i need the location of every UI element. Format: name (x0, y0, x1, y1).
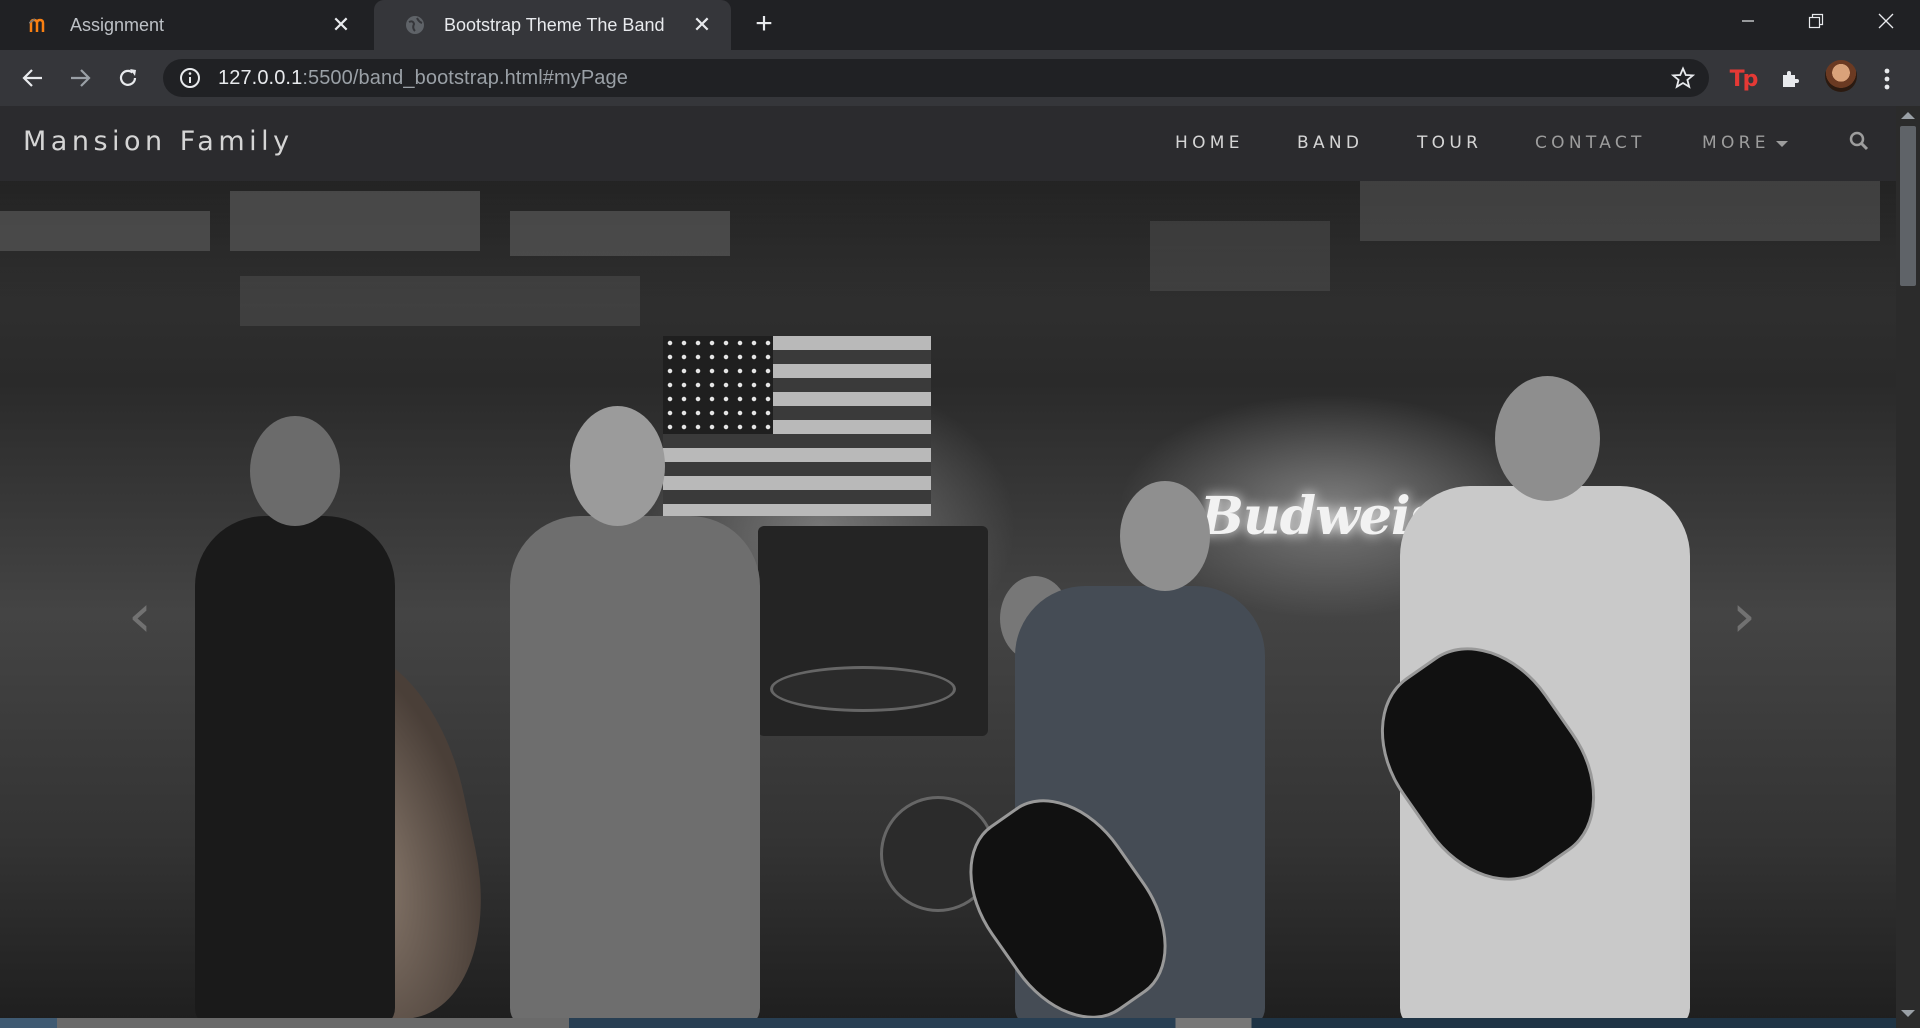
scroll-down-icon[interactable] (1901, 1010, 1915, 1017)
restore-button[interactable] (1786, 0, 1846, 42)
profile-avatar[interactable] (1825, 60, 1857, 92)
page-scrollbar[interactable] (1896, 106, 1920, 1028)
site-navbar: Mansion Family HOME BAND TOUR CONTACT MO… (0, 106, 1896, 181)
moodle-favicon-icon (28, 12, 54, 38)
carousel-next-button[interactable]: › (1732, 586, 1756, 646)
nav-tour[interactable]: TOUR (1417, 133, 1482, 153)
reload-icon (119, 69, 137, 86)
guitarist-head (1120, 481, 1210, 591)
nav-band[interactable]: BAND (1297, 133, 1363, 153)
bookmark-star-icon[interactable] (1671, 66, 1695, 90)
scroll-thumb[interactable] (1900, 126, 1916, 286)
info-icon[interactable] (178, 66, 202, 90)
page-viewport: Budweiser Mansion Family HOME BAND TOUR … (0, 106, 1896, 1028)
nav-contact[interactable]: CONTACT (1535, 133, 1646, 153)
url-path: :5500/band_bootstrap.html#myPage (302, 66, 628, 89)
search-icon[interactable] (1848, 130, 1870, 152)
singer-head (570, 406, 665, 526)
browser-tabstrip: Assignment ✕ Bootstrap Theme The Band ✕ … (0, 0, 1920, 50)
nav-more-dropdown[interactable]: MORE (1702, 133, 1788, 153)
ceiling-decoration (0, 181, 1896, 441)
caret-down-icon (1775, 140, 1788, 147)
testpad-extension-icon[interactable]: Tp (1728, 64, 1759, 94)
reload-button[interactable] (111, 62, 145, 94)
address-bar[interactable]: 127.0.0.1:5500/band_bootstrap.html#myPag… (163, 59, 1709, 97)
menu-kebab-icon[interactable] (1872, 64, 1902, 94)
tab-title: Assignment (70, 14, 165, 35)
lead-guitarist-head (1495, 376, 1600, 501)
url-host: 127.0.0.1 (218, 66, 303, 89)
tab-assignment[interactable]: Assignment ✕ (0, 0, 370, 50)
chevron-left-icon: ‹ (128, 581, 152, 651)
extensions-puzzle-icon[interactable] (1776, 64, 1806, 94)
carousel-prev-button[interactable]: ‹ (128, 586, 152, 646)
arrow-right-icon (71, 69, 91, 87)
close-tab-icon[interactable]: ✕ (689, 12, 715, 38)
close-tab-icon[interactable]: ✕ (328, 12, 354, 38)
bassist-figure (195, 516, 395, 1028)
nav-home[interactable]: HOME (1175, 133, 1244, 153)
minimize-icon (1742, 20, 1754, 22)
forward-button[interactable] (63, 62, 97, 94)
close-window-button[interactable] (1856, 0, 1916, 42)
arrow-left-icon (22, 69, 42, 87)
close-icon (1878, 13, 1894, 29)
singer-figure (510, 516, 760, 1028)
chevron-right-icon: › (1732, 581, 1756, 651)
cymbal-shape (770, 666, 956, 712)
tab-title: Bootstrap Theme The Band (444, 14, 665, 35)
url-text[interactable]: 127.0.0.1:5500/band_bootstrap.html#myPag… (218, 67, 628, 90)
hero-band-photo: Budweiser (0, 106, 1896, 1028)
new-tab-button[interactable]: + (748, 9, 780, 41)
globe-favicon-icon (402, 12, 428, 38)
scroll-up-icon[interactable] (1901, 112, 1915, 119)
back-button[interactable] (16, 62, 50, 94)
nav-more-label: MORE (1702, 133, 1770, 153)
restore-icon (1808, 13, 1824, 29)
american-flag-decoration (663, 336, 931, 516)
browser-toolbar: 127.0.0.1:5500/band_bootstrap.html#myPag… (0, 50, 1920, 106)
tab-bootstrap-theme[interactable]: Bootstrap Theme The Band ✕ (374, 0, 731, 50)
minimize-button[interactable] (1718, 0, 1778, 42)
page-bottom-edge (0, 1018, 1896, 1028)
bassist-head (250, 416, 340, 526)
site-brand[interactable]: Mansion Family (23, 126, 294, 157)
